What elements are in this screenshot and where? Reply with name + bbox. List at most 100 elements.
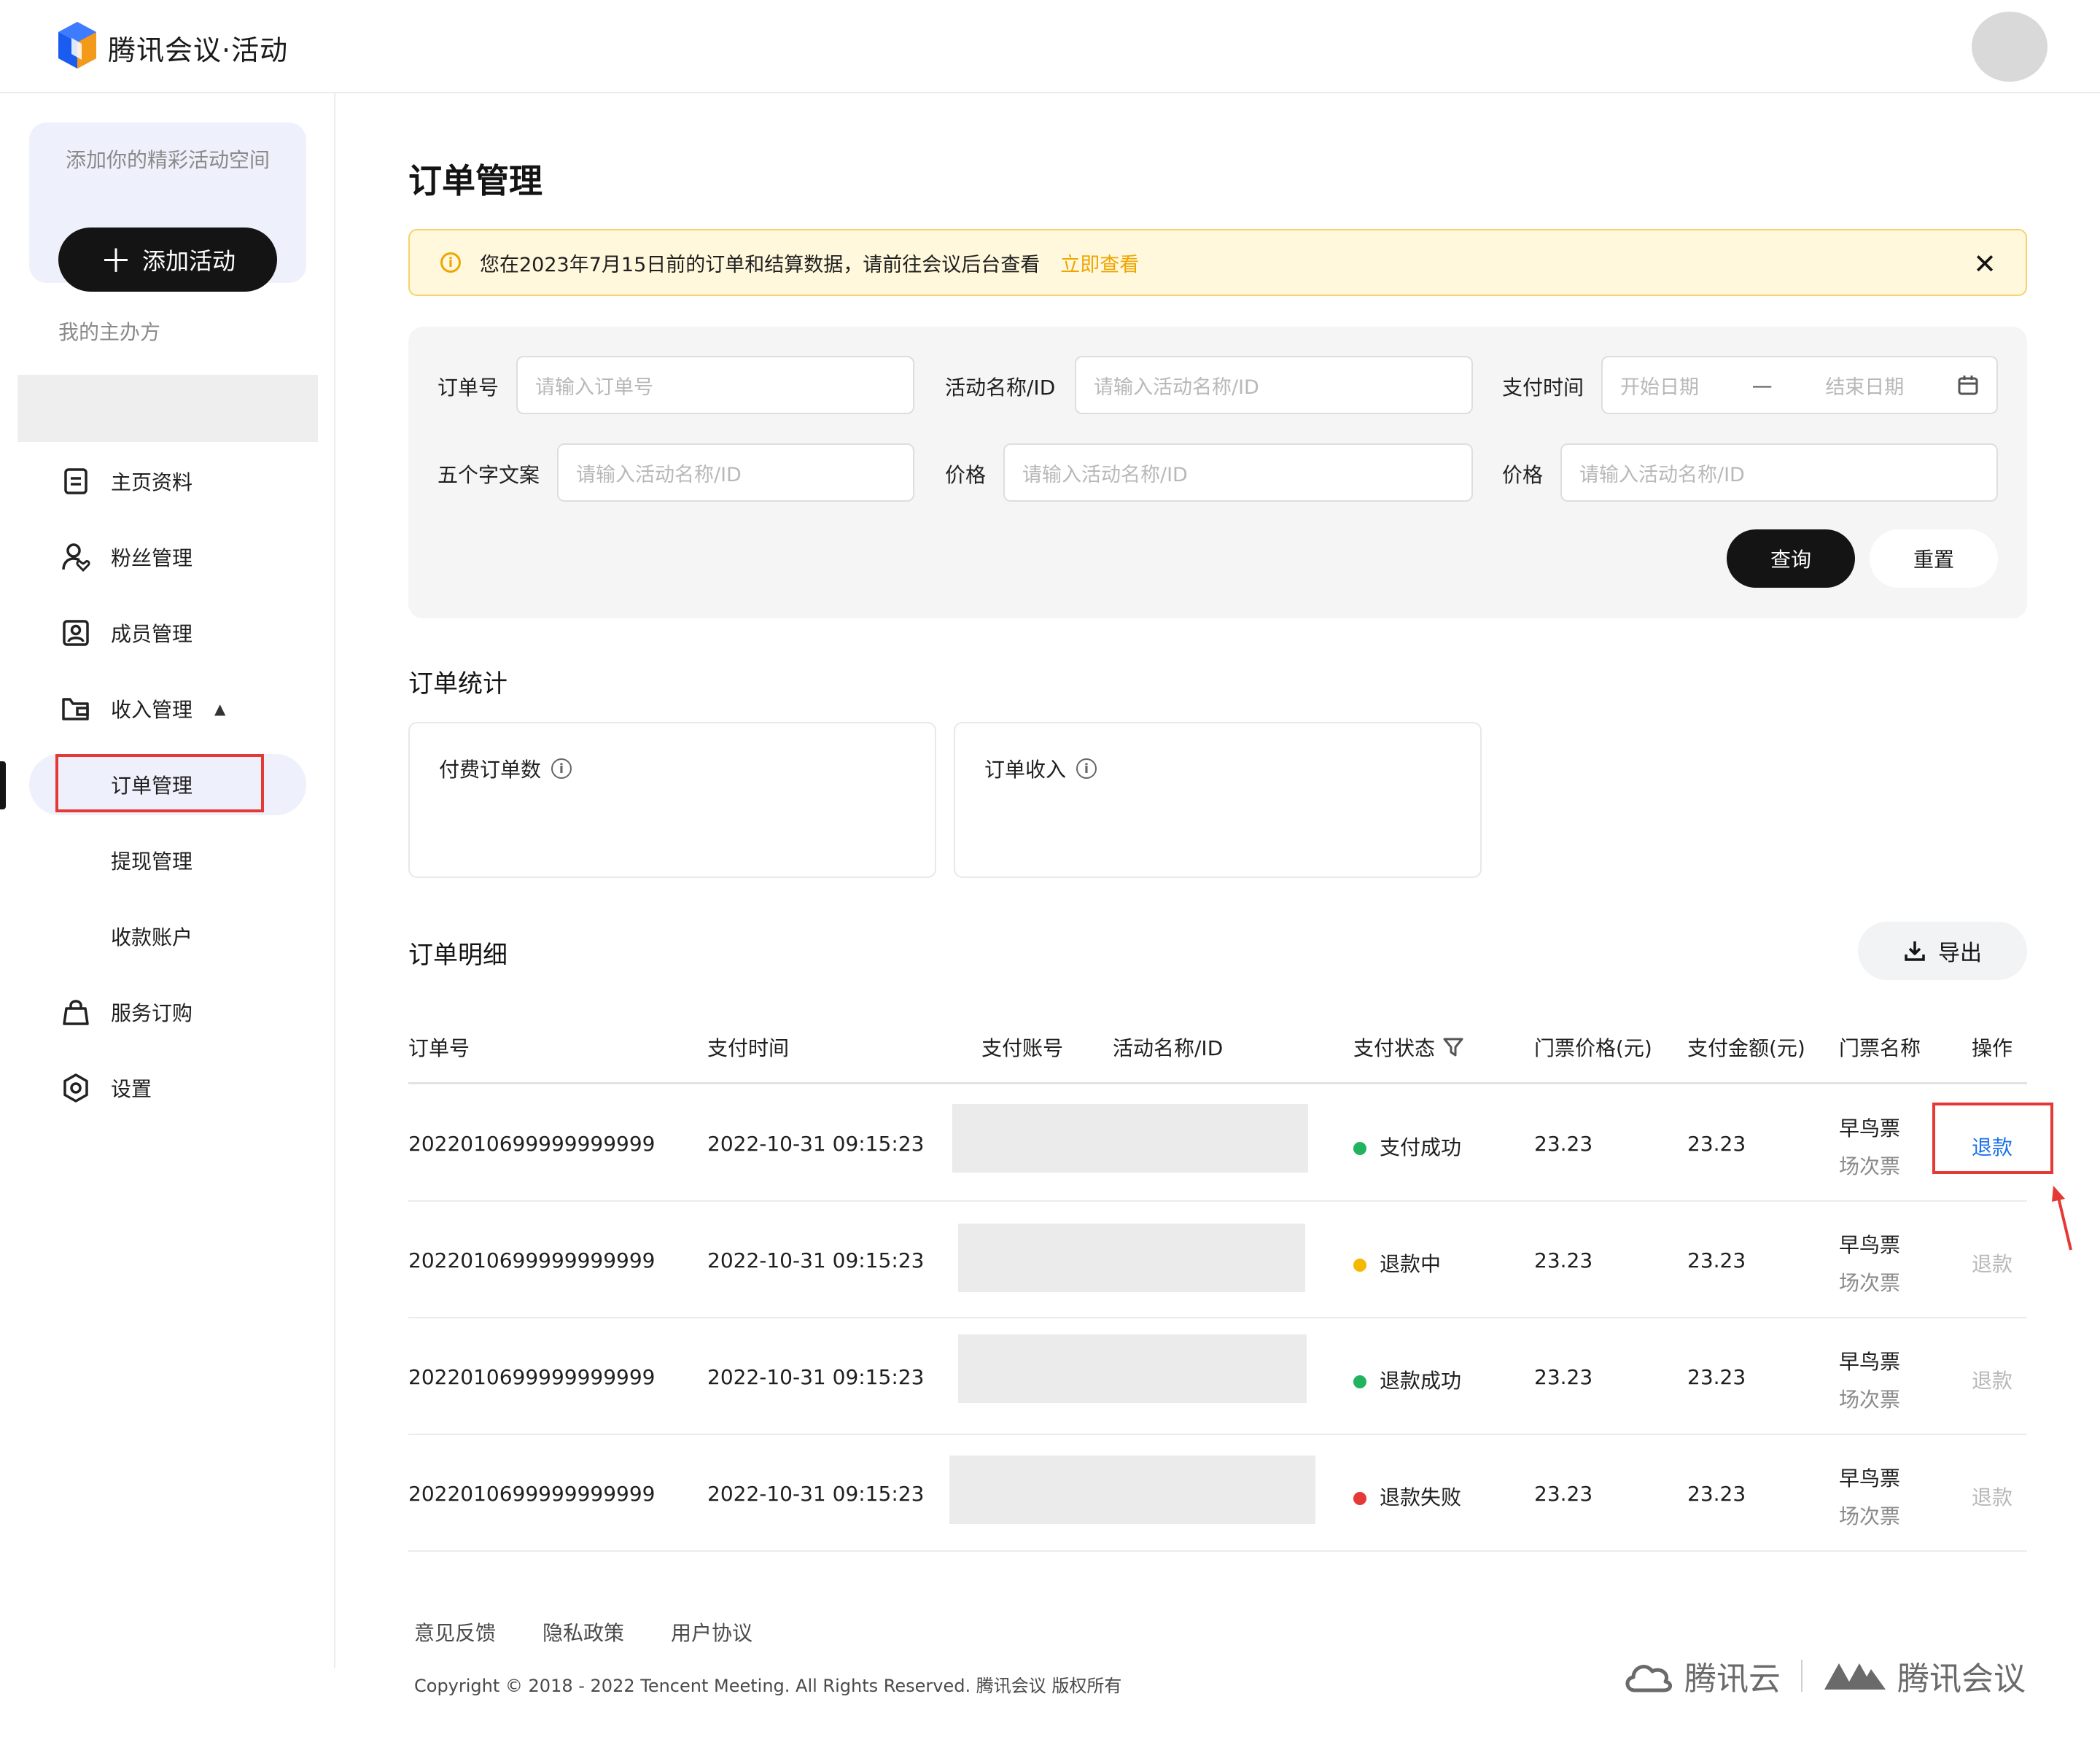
sidebar-item-label: 粉丝管理 [111, 546, 193, 570]
cell-order-no: 2022010699999999999 [408, 1248, 656, 1272]
promo-card: 添加你的精彩活动空间 ＋ 添加活动 [29, 123, 306, 292]
copyright-text: Copyright © 2018 - 2022 Tencent Meeting.… [414, 1676, 1122, 1696]
col-action: 操作 [1972, 1036, 2013, 1060]
col-activity: 活动名称/ID [1113, 1036, 1224, 1060]
col-pay-account: 支付账号 [981, 1036, 1064, 1060]
member-badge-icon [60, 617, 92, 649]
status-dot-pending [1353, 1259, 1366, 1272]
wallet-icon [60, 693, 92, 725]
row-divider [408, 1200, 2027, 1202]
refund-button-disabled: 退款 [1972, 1252, 2013, 1276]
price-input-2[interactable]: 请输入活动名称/ID [1560, 443, 1998, 502]
avatar[interactable] [1972, 12, 2048, 82]
cell-order-no: 2022010699999999999 [408, 1482, 656, 1506]
notice-banner: i 您在2023年7月15日前的订单和结算数据，请前往会议后台查看 立即查看 ✕ [408, 229, 2027, 296]
footer-link-privacy[interactable]: 隐私政策 [542, 1617, 624, 1647]
status-text: 退款成功 [1380, 1369, 1462, 1393]
price-label-2: 价格 [1502, 463, 1544, 487]
sidebar-item-fans[interactable]: 粉丝管理 [60, 535, 192, 579]
col-order-no: 订单号 [408, 1036, 470, 1060]
cell-pay-time: 2022-10-31 09:15:23 [707, 1482, 925, 1506]
masked-account [949, 1455, 1315, 1524]
cell-ticket-price: 23.23 [1534, 1482, 1593, 1506]
cell-ticket-name: 早鸟票 [1839, 1116, 1901, 1140]
reset-button[interactable]: 重置 [1870, 529, 1998, 588]
footer-logo-divider [1801, 1660, 1802, 1692]
sidebar-item-label: 服务订购 [111, 1001, 193, 1025]
cell-status: 退款中 [1353, 1248, 1441, 1278]
five-char-label: 五个字文案 [438, 463, 540, 487]
filter-panel: 订单号 请输入订单号 活动名称/ID 请输入活动名称/ID 支付时间 开始日期 … [408, 327, 2027, 618]
refund-button-disabled: 退款 [1972, 1485, 2013, 1509]
cell-status: 退款失败 [1353, 1482, 1461, 1511]
cell-ticket-sub: 场次票 [1839, 1504, 1901, 1528]
col-pay-status: 支付状态 [1353, 1033, 1464, 1062]
query-button[interactable]: 查询 [1727, 529, 1855, 588]
stat-card-income: 订单收入 i [954, 722, 1482, 878]
sidebar-item-settings[interactable]: 设置 [60, 1066, 152, 1110]
col-ticket-price: 门票价格(元) [1534, 1036, 1652, 1060]
price-input-1[interactable]: 请输入活动名称/ID [1003, 443, 1473, 502]
cell-status: 退款成功 [1353, 1365, 1461, 1394]
footer-link-feedback[interactable]: 意见反馈 [414, 1617, 496, 1647]
order-no-label: 订单号 [438, 376, 499, 400]
sidebar-item-service[interactable]: 服务订购 [60, 990, 192, 1034]
add-activity-button[interactable]: ＋ 添加活动 [58, 228, 277, 292]
cell-ticket-name: 早鸟票 [1839, 1466, 1901, 1490]
cell-ticket-name: 早鸟票 [1839, 1233, 1901, 1257]
host-selector[interactable] [18, 375, 318, 442]
host-label: 我的主办方 [58, 320, 161, 344]
filter-icon[interactable] [1442, 1036, 1464, 1058]
calendar-icon[interactable] [1957, 374, 1979, 396]
add-activity-label: 添加活动 [141, 247, 236, 275]
tencent-meeting-logo-icon [58, 22, 96, 69]
row-divider [408, 1434, 2027, 1435]
cell-paid-amount: 23.23 [1687, 1132, 1746, 1156]
cell-ticket-sub: 场次票 [1839, 1271, 1901, 1295]
plus-icon: ＋ [99, 243, 132, 280]
sidebar-subitem-withdraw[interactable]: 提现管理 [111, 839, 192, 882]
end-date-input[interactable]: 结束日期 [1825, 371, 1904, 400]
activity-label: 活动名称/ID [945, 376, 1056, 400]
sidebar-item-label: 成员管理 [111, 622, 193, 646]
brand-title: 腾讯会议·活动 [108, 34, 289, 66]
cloud-icon [1625, 1665, 1672, 1692]
highlight-box-orders [55, 754, 264, 812]
row-divider [408, 1550, 2027, 1552]
footer-link-terms[interactable]: 用户协议 [671, 1617, 752, 1647]
order-no-input[interactable]: 请输入订单号 [516, 356, 914, 414]
stats-title: 订单统计 [408, 669, 508, 699]
sidebar-item-members[interactable]: 成员管理 [60, 611, 192, 655]
cell-ticket-price: 23.23 [1534, 1248, 1593, 1272]
shopping-bag-icon [60, 996, 92, 1028]
caret-up-icon[interactable]: ▲ [214, 700, 225, 718]
stat-label: 订单收入 [984, 758, 1067, 782]
cell-pay-time: 2022-10-31 09:15:23 [707, 1132, 925, 1156]
sidebar-subitem-accounts[interactable]: 收款账户 [111, 914, 192, 958]
header-divider [408, 1082, 2027, 1084]
date-range-picker[interactable]: 开始日期 — 结束日期 [1601, 356, 1998, 414]
activity-input[interactable]: 请输入活动名称/ID [1075, 356, 1473, 414]
start-date-input[interactable]: 开始日期 [1620, 371, 1699, 400]
sidebar-item-label: 设置 [111, 1077, 152, 1101]
meeting-logo-icon [1824, 1663, 1886, 1690]
cell-ticket-price: 23.23 [1534, 1365, 1593, 1389]
notice-link[interactable]: 立即查看 [1060, 249, 1139, 277]
col-paid-amount: 支付金额(元) [1687, 1036, 1805, 1060]
sidebar-item-income[interactable]: 收入管理 ▲ [60, 687, 225, 731]
page-title: 订单管理 [408, 161, 542, 201]
info-icon[interactable]: i [1076, 758, 1097, 779]
cell-order-no: 2022010699999999999 [408, 1365, 656, 1389]
user-heart-icon [60, 541, 92, 573]
gear-icon [60, 1072, 92, 1104]
info-icon[interactable]: i [551, 758, 572, 779]
sidebar-item-profile[interactable]: 主页资料 [60, 459, 192, 503]
five-char-input[interactable]: 请输入活动名称/ID [557, 443, 914, 502]
export-button[interactable]: 导出 [1858, 922, 2027, 980]
masked-account [958, 1334, 1307, 1403]
sidebar-subitem-label: 收款账户 [111, 925, 193, 949]
close-icon[interactable]: ✕ [1973, 248, 1996, 280]
masked-account [952, 1104, 1308, 1173]
highlight-box-refund [1932, 1103, 2053, 1174]
tencent-cloud-logo: 腾讯云 [1622, 1652, 1781, 1699]
